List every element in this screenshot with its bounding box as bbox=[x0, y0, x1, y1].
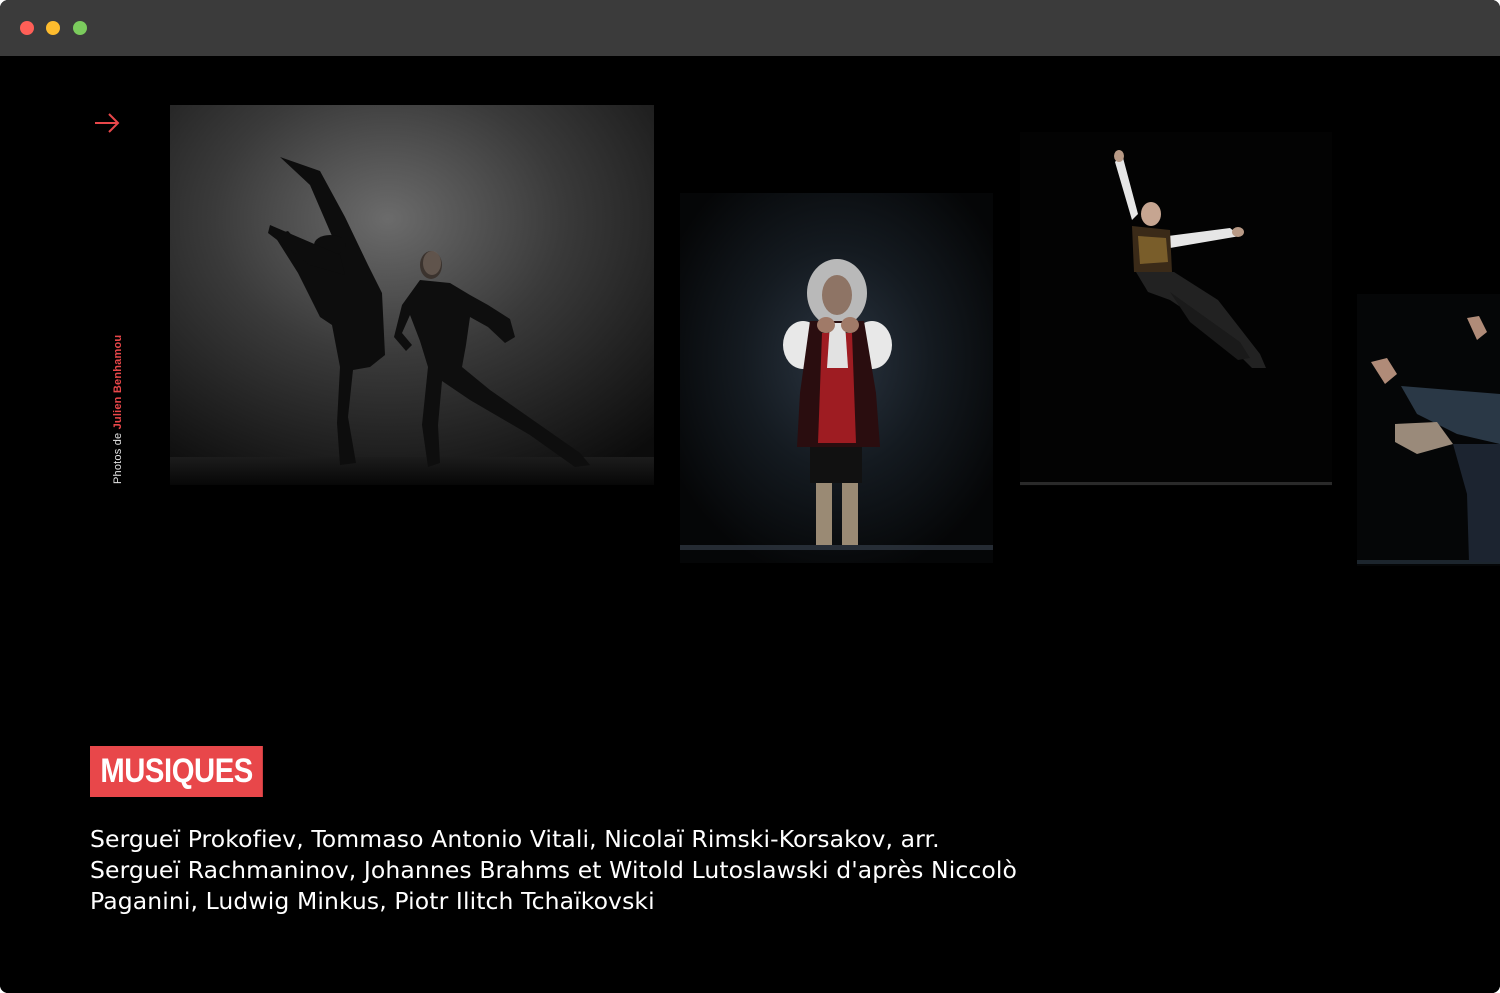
window-titlebar bbox=[0, 0, 1500, 57]
page-content: Photos de Julien Benhamou MUSIQUES Sergu… bbox=[0, 56, 1500, 993]
photo-credit: Photos de Julien Benhamou bbox=[112, 335, 124, 484]
musiques-label: MUSIQUES bbox=[90, 746, 264, 797]
gallery-photo-2[interactable] bbox=[680, 193, 993, 563]
gallery-photo-4[interactable] bbox=[1357, 294, 1500, 566]
gallery-photo-1[interactable] bbox=[170, 105, 654, 485]
arrow-right-icon[interactable] bbox=[94, 112, 122, 134]
zoom-window-button[interactable] bbox=[73, 21, 87, 35]
musiques-composers: Sergueï Prokofiev, Tommaso Antonio Vital… bbox=[90, 825, 1017, 915]
close-window-button[interactable] bbox=[20, 21, 34, 35]
gallery-photo-3[interactable] bbox=[1020, 132, 1332, 486]
minimize-window-button[interactable] bbox=[46, 21, 60, 35]
photo-credit-author[interactable]: Julien Benhamou bbox=[112, 335, 124, 430]
browser-window: Photos de Julien Benhamou MUSIQUES Sergu… bbox=[0, 0, 1500, 993]
photo-credit-prefix: Photos de bbox=[112, 432, 124, 484]
